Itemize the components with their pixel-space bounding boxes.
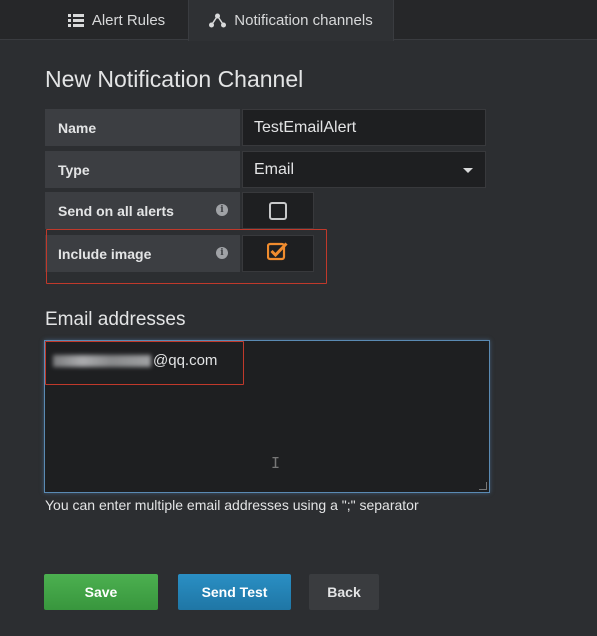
list-icon (67, 13, 84, 27)
send-all-alerts-label-text: Send on all alerts (58, 202, 174, 219)
text-cursor-icon: I (271, 454, 281, 472)
tab-alert-rules[interactable]: Alert Rules (45, 0, 188, 40)
include-image-label: Include image i (45, 235, 240, 272)
name-input[interactable] (242, 109, 486, 146)
include-image-cell (242, 235, 314, 272)
tab-bar: Alert Rules Notification channels (0, 0, 597, 41)
send-all-alerts-cell (242, 192, 314, 229)
email-value: @qq.com (53, 352, 217, 369)
share-icon (209, 13, 227, 28)
send-all-alerts-label: Send on all alerts i (45, 192, 240, 229)
save-button[interactable]: Save (44, 574, 158, 610)
chevron-down-icon (463, 168, 473, 173)
back-button[interactable]: Back (309, 574, 379, 610)
tab-notification-channels-label: Notification channels (234, 12, 373, 29)
type-select[interactable]: Email (242, 151, 486, 188)
type-select-value: Email (254, 160, 295, 178)
email-section-title: Email addresses (45, 309, 186, 330)
type-label: Type (45, 151, 240, 188)
email-domain: @qq.com (153, 352, 218, 369)
email-help-text: You can enter multiple email addresses u… (45, 497, 419, 513)
page-title: New Notification Channel (45, 66, 304, 92)
checkbox-checked-icon (266, 242, 288, 261)
redacted-email-prefix (53, 354, 151, 367)
include-image-checkbox[interactable] (266, 241, 289, 266)
tab-alert-rules-label: Alert Rules (91, 11, 166, 29)
tab-notification-channels[interactable]: Notification channels (188, 0, 394, 41)
name-label: Name (45, 109, 240, 146)
send-test-button[interactable]: Send Test (178, 574, 291, 610)
send-all-alerts-checkbox[interactable] (269, 201, 287, 220)
info-icon[interactable]: i (216, 247, 228, 259)
info-icon[interactable]: i (216, 204, 228, 216)
email-addresses-textarea[interactable]: @qq.com I (44, 340, 490, 493)
resize-handle[interactable] (479, 482, 487, 490)
type-label-text: Type (58, 161, 90, 178)
include-image-label-text: Include image (58, 245, 152, 262)
name-label-text: Name (58, 119, 97, 136)
